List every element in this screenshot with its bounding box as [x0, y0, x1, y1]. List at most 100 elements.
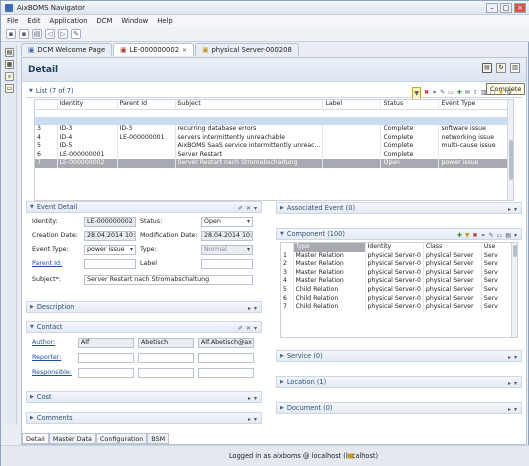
close-button[interactable]: × — [514, 3, 526, 13]
tab-master-data[interactable]: Master Data — [48, 433, 96, 444]
reopen-icon[interactable]: ↻ — [496, 63, 506, 73]
document-section-header[interactable]: ▶ Document (0) ▸ ▾ — [276, 402, 522, 414]
expand-toggle-icon[interactable]: ▶ — [30, 413, 34, 424]
expand-toggle-icon[interactable]: ▶ — [280, 377, 284, 388]
structure-icon[interactable]: ▦ — [5, 60, 14, 69]
more-icon[interactable]: ▾ — [254, 393, 257, 404]
table-row[interactable]: 5 Child Relation physical Server-0 physical… — [281, 285, 517, 295]
tab-dcm-welcome[interactable]: ▣ DCM Welcome Page — [21, 43, 113, 56]
responsible-first-name[interactable] — [78, 368, 134, 378]
close-tab-icon[interactable]: ✕ — [182, 44, 187, 57]
expand-toggle-icon[interactable]: ▶ — [280, 403, 284, 414]
delete-icon[interactable]: ✕ — [246, 203, 251, 214]
table-row[interactable]: 3 ID-3 ID-3 recurring database errors Comple… — [35, 125, 513, 134]
tab-physical-server[interactable]: ▣ physical Server-000208 — [195, 43, 299, 56]
reporter-email[interactable] — [198, 353, 254, 363]
more-icon[interactable]: ▾ — [254, 414, 257, 425]
event-detail-header[interactable]: ▼ Event Detail ✐ ✕ ▾ — [26, 201, 262, 213]
list-section-header[interactable]: ▼ List (7 of 7) ▼ ✖ ⚭ ✎ ▭ ✚ ✉ ⇪ ▥ ▢ ★ ⚙ — [26, 86, 522, 100]
reporter-link[interactable]: Reporter: — [32, 353, 61, 363]
edit-icon[interactable]: ✎ — [489, 230, 494, 241]
folder-icon[interactable]: ▭ — [5, 84, 14, 93]
scrollbar-thumb[interactable] — [509, 140, 513, 180]
table-row[interactable]: 6 LE-000000001 Server Restart Complete — [35, 150, 513, 160]
responsible-last-name[interactable] — [138, 368, 194, 378]
minimize-button[interactable]: – — [486, 3, 498, 13]
parent-id-field[interactable] — [84, 259, 136, 269]
back-icon[interactable]: ◁ — [45, 29, 55, 39]
clear-icon[interactable]: ✐ — [238, 323, 243, 334]
table-row[interactable]: 5 ID-5 AixBOMS SaaS service intermittently… — [35, 142, 513, 151]
more-icon[interactable]: ▾ — [514, 352, 517, 363]
type-select[interactable]: Normal — [201, 245, 253, 255]
responsible-email[interactable] — [198, 368, 254, 378]
author-link[interactable]: Author: — [32, 338, 55, 348]
collapse-toggle-icon[interactable]: ▼ — [30, 202, 34, 213]
tab-bsm[interactable]: BSM — [147, 433, 170, 444]
column-header-status[interactable]: Status — [380, 100, 440, 110]
table-row[interactable]: 6 Child Relation physical Server-0 physical… — [281, 294, 517, 304]
tab-le-000000002[interactable]: ▣ LE-000000002 ✕ — [113, 43, 195, 57]
column-header-label[interactable]: Label — [322, 100, 382, 110]
table-row[interactable]: 4 Master Relation physical Server-0 physica… — [281, 277, 517, 286]
associated-event-section-header[interactable]: ▶ Associated Event (0) ▸ ▾ — [276, 202, 522, 214]
forward-icon[interactable]: ▷ — [58, 29, 68, 39]
comments-section-header[interactable]: ▶ Comments ▸ ▾ — [26, 412, 262, 424]
contact-header[interactable]: ▼ Contact ✐ ✕ ▾ — [26, 321, 262, 333]
scrollbar-thumb[interactable] — [513, 245, 517, 257]
expand-toggle-icon[interactable]: ▶ — [30, 392, 34, 403]
subject-field[interactable]: Server Restart nach Stromabschaltung — [84, 275, 253, 285]
reporter-last-name[interactable] — [138, 353, 194, 363]
delete-icon[interactable]: ✕ — [246, 323, 251, 334]
component-header[interactable]: ▼ Component (100) ✚ ▼ ✖ ⚭ ✎ ▭ ▤ ▾ — [276, 228, 522, 240]
expand-icon[interactable]: ▸ — [248, 414, 251, 425]
menu-application[interactable]: Application — [50, 15, 88, 27]
service-section-header[interactable]: ▶ Service (0) ▸ ▾ — [276, 350, 522, 362]
expand-toggle-icon[interactable]: ▶ — [280, 203, 284, 214]
collapse-toggle-icon[interactable]: ▼ — [280, 229, 284, 240]
expand-toggle-icon[interactable]: ▶ — [280, 351, 284, 362]
edit-icon[interactable]: ✎ — [71, 29, 81, 39]
label-field[interactable] — [201, 259, 253, 269]
navigator-icon[interactable]: ▤ — [5, 48, 14, 57]
cost-section-header[interactable]: ▶ Cost ▸ ▾ — [26, 391, 262, 403]
tab-configuration[interactable]: Configuration — [95, 433, 148, 444]
responsible-link[interactable]: Responsible: — [32, 368, 72, 378]
expand-icon[interactable]: ▸ — [248, 303, 251, 314]
clear-filter-icon[interactable]: ✖ — [473, 230, 478, 241]
export-icon[interactable]: ▤ — [505, 230, 511, 241]
more-icon[interactable]: ▾ — [514, 404, 517, 415]
maximize-button[interactable]: □ — [500, 3, 512, 13]
table-row[interactable]: 2 Master Relation physical Server-0 physica… — [281, 260, 517, 269]
collapse-toggle-icon[interactable]: ▼ — [29, 86, 33, 97]
location-section-header[interactable]: ▶ Location (1) ▸ ▾ — [276, 376, 522, 388]
menu-file[interactable]: File — [7, 15, 18, 27]
list-scrollbar[interactable] — [507, 100, 513, 200]
link-icon[interactable]: ⚭ — [481, 230, 486, 241]
event-type-select[interactable]: power issue — [84, 245, 136, 255]
table-row[interactable]: 1 Master Relation physical Server-0 physica… — [281, 251, 517, 261]
table-row[interactable]: 7 Child Relation physical Server-0 physical… — [281, 303, 517, 312]
parent-id-link[interactable]: Parent Id: — [32, 259, 62, 269]
more-icon[interactable]: ▾ — [514, 204, 517, 215]
table-row[interactable]: 4 ID-4 LE-000000001 servers intermittently … — [35, 133, 513, 143]
more-icon[interactable]: ▾ — [254, 203, 257, 214]
copy-icon[interactable]: ▭ — [497, 230, 503, 241]
expand-icon[interactable]: ▸ — [248, 393, 251, 404]
description-section-header[interactable]: ▶ Description ▸ ▾ — [26, 301, 262, 313]
column-header-type[interactable]: Type — [293, 243, 366, 252]
more-icon[interactable]: ▾ — [514, 378, 517, 389]
reporter-first-name[interactable] — [78, 353, 134, 363]
expand-icon[interactable]: ▸ — [508, 204, 511, 215]
collapse-toggle-icon[interactable]: ▼ — [30, 322, 34, 333]
more-icon[interactable]: ▾ — [254, 323, 257, 334]
print-icon[interactable]: ▤ — [32, 29, 42, 39]
table-row-selected[interactable]: 7 LE-000000002 Server Restart nach Stromab… — [35, 159, 513, 169]
column-header-event-type[interactable]: Event Type — [438, 100, 513, 110]
expand-icon[interactable]: ▸ — [508, 378, 511, 389]
print-icon[interactable]: ▥ — [510, 63, 520, 73]
column-header-identity[interactable]: Identity — [57, 100, 118, 110]
add-icon[interactable]: ✚ — [457, 230, 462, 241]
menu-help[interactable]: Help — [157, 15, 173, 27]
status-select[interactable]: Open — [201, 217, 253, 227]
